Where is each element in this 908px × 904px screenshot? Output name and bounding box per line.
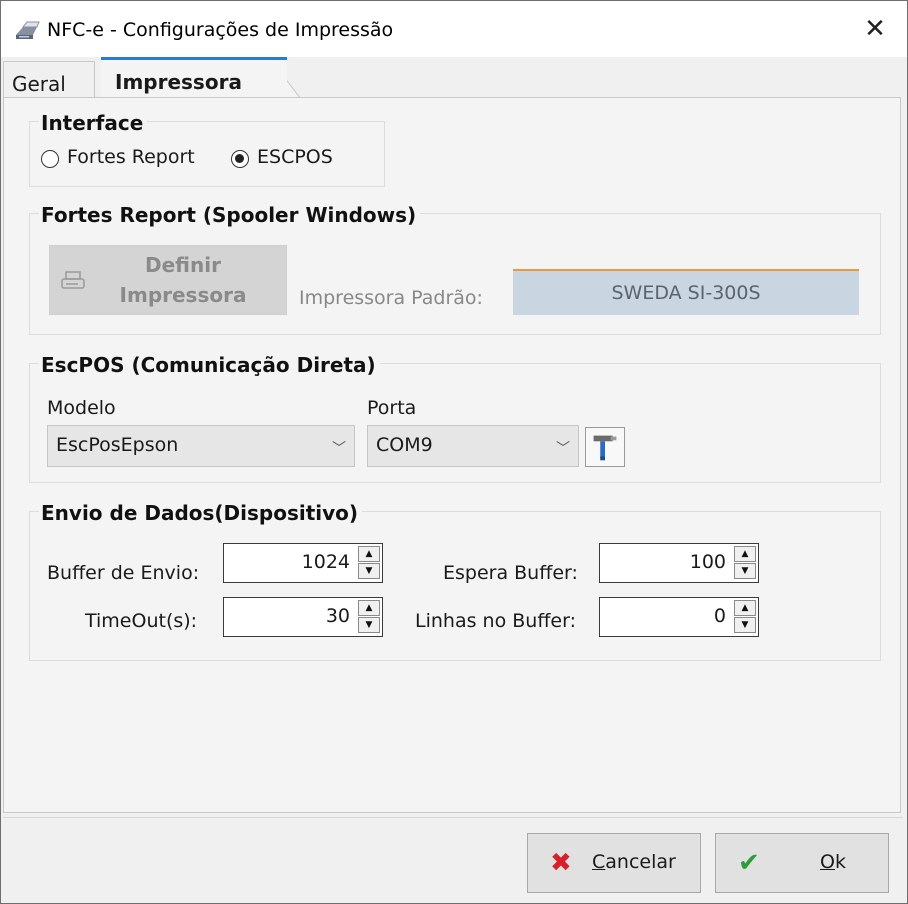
x-icon: ✖: [550, 848, 572, 878]
cancel-label: Cancelar: [592, 851, 676, 873]
spin-up-icon[interactable]: ▲: [358, 600, 380, 616]
define-printer-line2: Impressora: [119, 283, 247, 307]
tab-geral[interactable]: Geral: [3, 61, 95, 97]
spin-down-icon[interactable]: ▼: [358, 617, 380, 633]
radio-fortes-report-label[interactable]: Fortes Report: [67, 146, 195, 168]
spin-up-icon[interactable]: ▲: [734, 546, 756, 562]
radio-fortes-report[interactable]: [41, 150, 59, 168]
default-printer-value: SWEDA SI-300S: [611, 282, 761, 304]
tab-impressora[interactable]: Impressora: [101, 57, 287, 99]
check-icon: ✔: [738, 848, 760, 878]
tab-geral-label: Geral: [12, 72, 66, 96]
chevron-down-icon: ﹀: [556, 441, 570, 457]
define-printer-line1: Definir: [145, 253, 221, 277]
linhas-buffer-value[interactable]: 0: [714, 605, 726, 627]
porta-select[interactable]: COM9 ﹀: [367, 425, 579, 467]
hammer-icon: [593, 435, 617, 461]
interface-group-title: Interface: [39, 111, 148, 135]
default-printer-label: Impressora Padrão:: [299, 287, 483, 309]
spin-down-icon[interactable]: ▼: [734, 563, 756, 579]
cancel-button[interactable]: ✖ Cancelar: [527, 833, 701, 893]
define-printer-button[interactable]: Definir Impressora: [49, 245, 287, 315]
espera-buffer-value[interactable]: 100: [690, 551, 726, 573]
dialog-window: NFC-e - Configurações de Impressão ✕ Ger…: [0, 0, 908, 904]
spin-up-icon[interactable]: ▲: [358, 546, 380, 562]
porta-label: Porta: [367, 397, 417, 419]
window-title: NFC-e - Configurações de Impressão: [47, 19, 394, 41]
buffer-envio-label: Buffer de Envio:: [47, 562, 200, 584]
buffer-envio-value[interactable]: 1024: [302, 551, 350, 573]
envio-dados-group-title: Envio de Dados(Dispositivo): [39, 501, 363, 525]
modelo-select[interactable]: EscPosEpson ﹀: [47, 425, 355, 467]
spin-up-icon[interactable]: ▲: [734, 600, 756, 616]
porta-value: COM9: [376, 434, 433, 456]
printer-icon: [61, 271, 85, 289]
radio-escpos[interactable]: [231, 150, 249, 168]
port-config-button[interactable]: [585, 427, 625, 467]
fortes-report-group-title: Fortes Report (Spooler Windows): [39, 203, 421, 227]
close-button[interactable]: ✕: [843, 1, 907, 57]
timeout-value[interactable]: 30: [326, 605, 350, 627]
radio-escpos-label[interactable]: ESCPOS: [257, 146, 333, 168]
linhas-buffer-spinner[interactable]: 0 ▲ ▼: [599, 597, 759, 637]
ok-label: Ok: [820, 851, 846, 873]
espera-buffer-label: Espera Buffer:: [443, 562, 578, 584]
escpos-group-title: EscPOS (Comunicação Direta): [39, 353, 380, 377]
tab-impressora-label: Impressora: [115, 70, 242, 94]
linhas-buffer-label: Linhas no Buffer:: [415, 610, 576, 632]
timeout-spinner[interactable]: 30 ▲ ▼: [223, 597, 383, 637]
ok-button[interactable]: ✔ Ok: [715, 833, 889, 893]
printer-icon: [16, 21, 40, 39]
title-bar[interactable]: NFC-e - Configurações de Impressão ✕: [1, 1, 907, 57]
close-icon: ✕: [864, 14, 886, 44]
buffer-envio-spinner[interactable]: 1024 ▲ ▼: [223, 543, 383, 583]
spin-down-icon[interactable]: ▼: [358, 563, 380, 579]
default-printer-field: SWEDA SI-300S: [513, 269, 859, 315]
footer-divider: [3, 817, 903, 818]
envio-dados-group: [29, 511, 881, 661]
chevron-down-icon: ﹀: [332, 441, 346, 457]
modelo-value: EscPosEpson: [56, 434, 179, 456]
modelo-label: Modelo: [47, 397, 116, 419]
spin-down-icon[interactable]: ▼: [734, 617, 756, 633]
espera-buffer-spinner[interactable]: 100 ▲ ▼: [599, 543, 759, 583]
timeout-label: TimeOut(s):: [85, 610, 198, 632]
